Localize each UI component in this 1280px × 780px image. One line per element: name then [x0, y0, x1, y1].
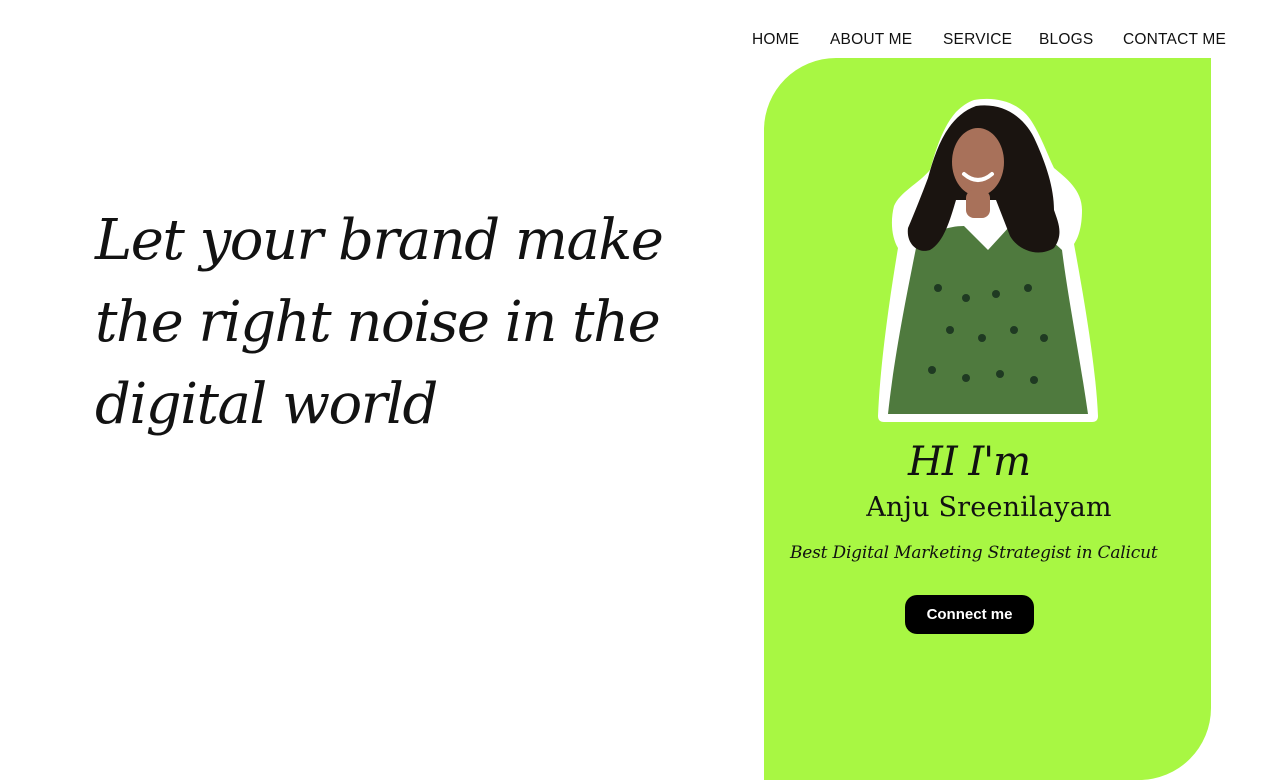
nav-link-blogs[interactable]: BLOGS: [1039, 31, 1093, 49]
profile-name: Anju Sreenilayam: [866, 492, 1112, 523]
nav-link-about-me[interactable]: ABOUT ME: [830, 31, 912, 49]
hero-headline: Let your brand make the right noise in t…: [95, 208, 664, 437]
profile-card: HI I'm Anju Sreenilayam Best Digital Mar…: [764, 58, 1211, 780]
connect-me-button[interactable]: Connect me: [905, 595, 1034, 634]
main-nav: HOME ABOUT ME SERVICE BLOGS CONTACT ME: [0, 31, 1280, 51]
nav-link-service[interactable]: SERVICE: [943, 31, 1012, 49]
nav-link-contact-me[interactable]: CONTACT ME: [1123, 31, 1226, 49]
nav-link-home[interactable]: HOME: [752, 31, 799, 49]
profile-photo: [878, 98, 1098, 422]
greeting-text: HI I'm: [907, 439, 1031, 485]
profile-tagline: Best Digital Marketing Strategist in Cal…: [790, 543, 1158, 563]
